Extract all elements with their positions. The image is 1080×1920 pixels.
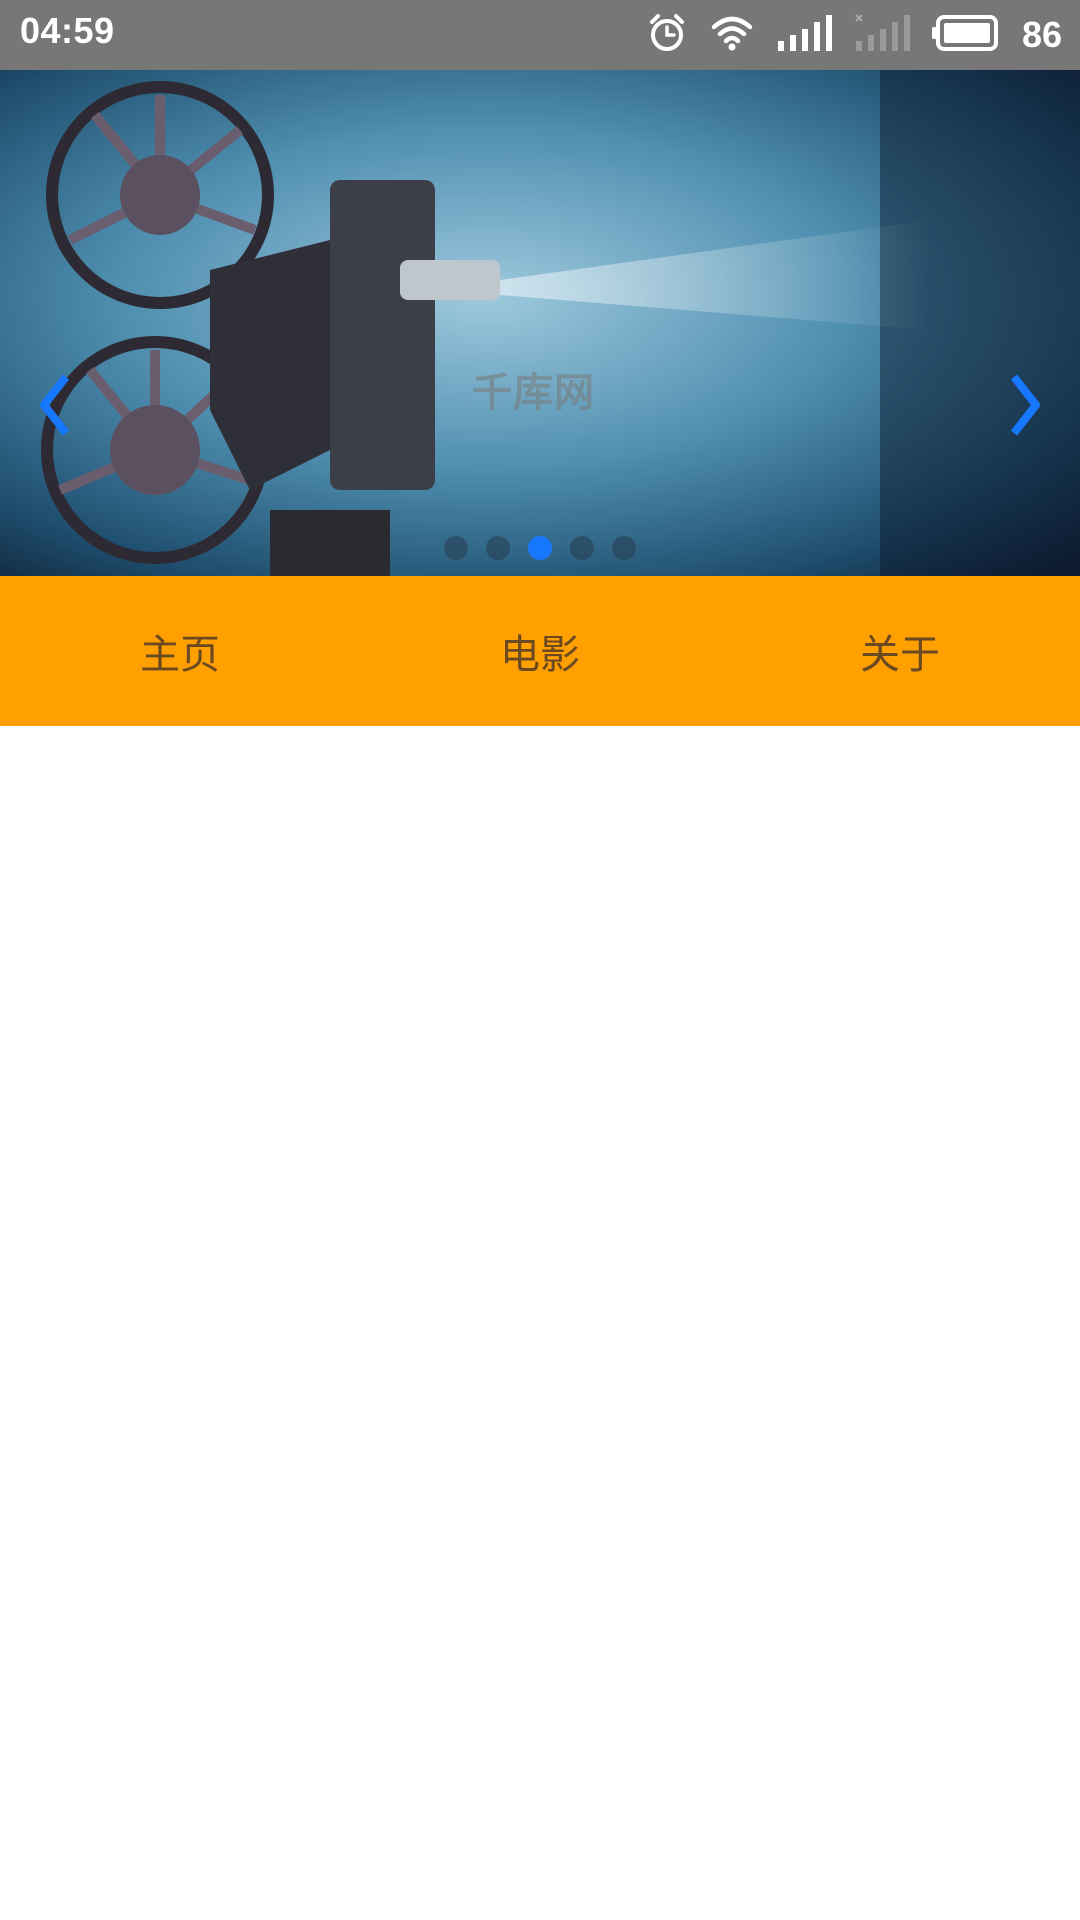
nav-item-movies[interactable]: 电影 [360, 576, 720, 726]
status-time: 04:59 [20, 10, 115, 51]
nav-item-home[interactable]: 主页 [0, 576, 360, 726]
status-icons: 86 [646, 10, 1062, 60]
battery-icon [931, 14, 1000, 56]
hero-carousel[interactable]: 千库网 [0, 70, 1080, 576]
alarm-icon [646, 12, 688, 58]
carousel-dot-active[interactable] [528, 536, 552, 560]
carousel-dot[interactable] [570, 536, 594, 560]
watermark: 千库网 [472, 370, 595, 416]
signal-icon [776, 13, 832, 57]
signal-no-sim-icon [854, 13, 910, 57]
nav-item-about[interactable]: 关于 [720, 576, 1080, 726]
status-bar: 04:59 86 [0, 0, 1080, 70]
carousel-prev-button[interactable] [34, 370, 74, 440]
carousel-dot[interactable] [612, 536, 636, 560]
main-nav: 主页 电影 关于 [0, 576, 1080, 726]
carousel-dot[interactable] [444, 536, 468, 560]
carousel-dot[interactable] [486, 536, 510, 560]
chevron-left-icon [40, 374, 70, 436]
chevron-right-icon [1010, 374, 1040, 436]
projector-image [0, 70, 1080, 576]
wifi-icon [710, 13, 754, 57]
battery-level: 86 [1021, 14, 1062, 55]
carousel-next-button[interactable] [1006, 370, 1046, 440]
carousel-indicators [0, 536, 1080, 560]
